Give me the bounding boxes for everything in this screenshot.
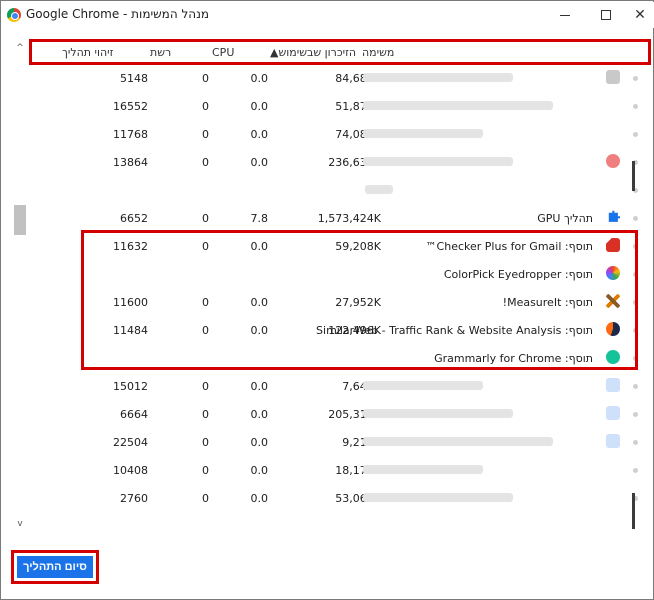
cpu-value: 0.0 bbox=[250, 72, 269, 85]
process-id: 22504 bbox=[113, 436, 148, 449]
table-row[interactable]: 13864 0 0.0 236,632K bbox=[31, 148, 638, 176]
scroll-marker bbox=[632, 161, 635, 191]
close-icon: ✕ bbox=[634, 7, 646, 23]
cpu-value: 7.8 bbox=[250, 212, 269, 225]
cpu-value: 0.0 bbox=[250, 408, 269, 421]
task-name: תהליך GPU bbox=[537, 212, 593, 225]
blurred-task-name bbox=[363, 73, 513, 82]
table-row[interactable]: 16552 0 0.0 51,872K bbox=[31, 92, 638, 120]
blurred-task-name bbox=[363, 437, 553, 446]
table-row[interactable]: 5148 0 0.0 84,680K bbox=[31, 64, 638, 92]
window-title: Google Chrome - מנהל המשימות bbox=[26, 7, 210, 21]
gray-favicon-icon bbox=[606, 70, 620, 84]
process-id: 6652 bbox=[120, 212, 148, 225]
process-id: 6664 bbox=[120, 408, 148, 421]
row-dot-icon bbox=[633, 132, 638, 137]
blurred-task-name bbox=[363, 409, 513, 418]
row-dot-icon bbox=[633, 216, 638, 221]
blurred-task-name bbox=[363, 157, 513, 166]
scrollbar-thumb[interactable] bbox=[14, 205, 26, 235]
maximize-icon bbox=[601, 10, 611, 20]
header-memory[interactable]: ▲הזיכרון שבשימוש bbox=[270, 46, 356, 59]
table-row[interactable]: 2760 0 0.0 53,060K bbox=[31, 484, 638, 512]
table-row[interactable]: 11768 0 0.0 74,080K bbox=[31, 120, 638, 148]
network-value: 0 bbox=[202, 72, 209, 85]
blue-favicon-icon bbox=[606, 378, 620, 392]
network-value: 0 bbox=[202, 100, 209, 113]
table-row[interactable] bbox=[31, 176, 638, 204]
network-value: 0 bbox=[202, 156, 209, 169]
header-task[interactable]: משימה bbox=[362, 46, 394, 59]
process-id: 2760 bbox=[120, 492, 148, 505]
scroll-up-icon[interactable]: ^ bbox=[13, 41, 27, 55]
scroll-marker bbox=[632, 493, 635, 529]
memory-value: 1,573,424K bbox=[317, 212, 381, 225]
row-dot-icon bbox=[633, 412, 638, 417]
maximize-button[interactable] bbox=[588, 2, 624, 28]
red-favicon-icon bbox=[606, 154, 620, 168]
chrome-logo-icon bbox=[7, 8, 21, 22]
blurred-task-name bbox=[363, 381, 483, 390]
puzzle-icon bbox=[608, 210, 620, 222]
header-network[interactable]: רשת bbox=[150, 46, 171, 59]
table-row[interactable]: 15012 0 0.0 7,644K bbox=[31, 372, 638, 400]
cpu-value: 0.0 bbox=[250, 100, 269, 113]
header-cpu[interactable]: CPU bbox=[212, 46, 234, 59]
table-row[interactable]: 6652 0 7.8 1,573,424K תהליך GPU bbox=[31, 204, 638, 232]
table-row[interactable]: 22504 0 0.0 9,216K bbox=[31, 428, 638, 456]
minimize-button[interactable] bbox=[547, 2, 583, 28]
blurred-task-name bbox=[363, 129, 483, 138]
process-id: 13864 bbox=[113, 156, 148, 169]
cpu-value: 0.0 bbox=[250, 464, 269, 477]
table-row[interactable]: 6664 0 0.0 205,316K bbox=[31, 400, 638, 428]
blurred-task-name bbox=[365, 185, 393, 194]
cpu-value: 0.0 bbox=[250, 492, 269, 505]
cpu-value: 0.0 bbox=[250, 380, 269, 393]
blurred-task-name bbox=[363, 493, 513, 502]
row-dot-icon bbox=[633, 468, 638, 473]
table-row[interactable]: 10408 0 0.0 18,172K bbox=[31, 456, 638, 484]
row-dot-icon bbox=[633, 104, 638, 109]
cpu-value: 0.0 bbox=[250, 156, 269, 169]
cpu-value: 0.0 bbox=[250, 128, 269, 141]
network-value: 0 bbox=[202, 464, 209, 477]
cpu-value: 0.0 bbox=[250, 436, 269, 449]
horizontal-scrollbar[interactable]: ^ v bbox=[13, 41, 27, 531]
close-button[interactable]: ✕ bbox=[622, 2, 654, 28]
blurred-task-name bbox=[363, 101, 553, 110]
network-value: 0 bbox=[202, 212, 209, 225]
process-id: 16552 bbox=[113, 100, 148, 113]
row-dot-icon bbox=[633, 440, 638, 445]
process-id: 15012 bbox=[113, 380, 148, 393]
process-id: 11768 bbox=[113, 128, 148, 141]
header-pid[interactable]: זיהוי תהליך bbox=[62, 46, 113, 59]
title-bar: Google Chrome - מנהל המשימות ✕ bbox=[2, 2, 654, 28]
network-value: 0 bbox=[202, 380, 209, 393]
network-value: 0 bbox=[202, 408, 209, 421]
blue-favicon-icon bbox=[606, 434, 620, 448]
scroll-down-icon[interactable]: v bbox=[13, 517, 27, 531]
process-id: 10408 bbox=[113, 464, 148, 477]
extensions-highlight-box bbox=[81, 230, 638, 370]
network-value: 0 bbox=[202, 492, 209, 505]
blue-favicon-icon bbox=[606, 406, 620, 420]
task-manager-window: Google Chrome - מנהל המשימות ✕ ^ v זיהוי… bbox=[0, 0, 654, 600]
minimize-icon bbox=[560, 14, 570, 16]
network-value: 0 bbox=[202, 436, 209, 449]
row-dot-icon bbox=[633, 76, 638, 81]
process-id: 5148 bbox=[120, 72, 148, 85]
blurred-task-name bbox=[363, 465, 483, 474]
end-process-button[interactable]: סיום התהליך bbox=[17, 556, 93, 578]
end-process-highlight: סיום התהליך bbox=[11, 550, 99, 584]
network-value: 0 bbox=[202, 128, 209, 141]
table-header: זיהוי תהליך רשת CPU ▲הזיכרון שבשימוש משי… bbox=[29, 39, 651, 65]
row-dot-icon bbox=[633, 384, 638, 389]
